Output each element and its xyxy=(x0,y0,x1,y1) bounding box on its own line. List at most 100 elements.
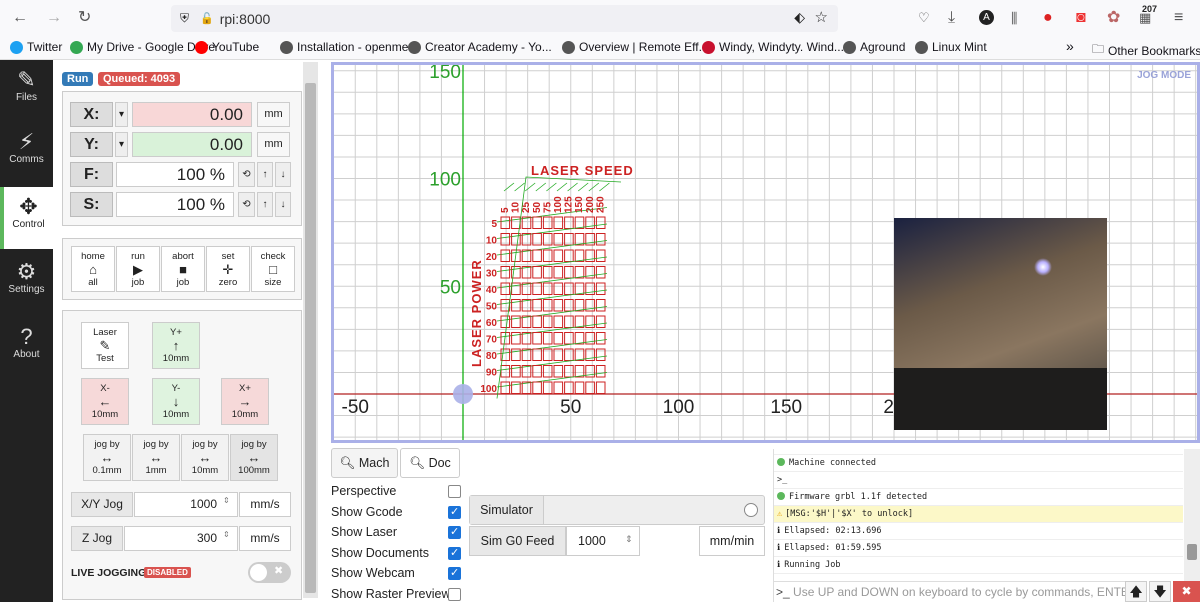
laser-test-button[interactable]: Laser ✎ Test xyxy=(81,322,129,369)
option-checkbox-0[interactable] xyxy=(448,485,461,498)
jog-y-minus-button[interactable]: Y- ↓ 10mm xyxy=(152,378,200,425)
spindle-override[interactable]: 100 % xyxy=(116,192,234,217)
account-icon[interactable]: A xyxy=(979,10,994,25)
bookmark-3[interactable]: Installation - openme... xyxy=(280,40,418,54)
speed-label: 250 xyxy=(595,196,606,213)
simulator-slider[interactable]: Simulator xyxy=(469,495,765,525)
jog-step-button-1[interactable]: jog by ↔ 1mm xyxy=(132,434,180,481)
bookmark-2[interactable]: YouTube xyxy=(195,40,259,54)
test-cell xyxy=(532,365,542,378)
workspace-canvas[interactable]: -505010015020150100505102030405060708090… xyxy=(331,62,1200,443)
test-cell xyxy=(553,266,564,279)
library-icon[interactable]: ⫼ xyxy=(1011,9,1017,27)
history-down-button[interactable]: 🡇 xyxy=(1149,581,1171,602)
option-checkbox-2[interactable] xyxy=(448,525,461,539)
test-cell xyxy=(500,249,511,262)
sim-feed-spinner-icon[interactable]: ⇕ xyxy=(625,534,633,545)
bookmark-4[interactable]: Creator Academy - Yo... xyxy=(408,40,552,54)
feed-up-icon[interactable]: ↑ xyxy=(257,162,273,187)
set-zero-button[interactable]: set ✛ zero xyxy=(206,246,250,292)
feed-override[interactable]: 100 % xyxy=(116,162,234,187)
console-scrollbar[interactable] xyxy=(1184,449,1200,581)
reload-icon[interactable]: ↻ xyxy=(78,9,91,27)
plug-icon: ⚡ xyxy=(18,129,35,154)
bookmark-star-icon[interactable]: ☆ xyxy=(815,8,828,26)
speed-label: 200 xyxy=(585,196,596,213)
option-checkbox-5[interactable] xyxy=(448,587,461,601)
x-position[interactable]: 0.00 xyxy=(132,102,252,127)
abort-job-button[interactable]: abort ■ job xyxy=(161,246,205,292)
palette-icon[interactable]: ✿ xyxy=(1107,9,1120,27)
downloads-icon[interactable]: ⤓ xyxy=(948,9,955,27)
test-cell xyxy=(564,332,574,345)
console-line: ⚠ [MSG:'$H'|'$X' to unlock] xyxy=(774,506,1183,523)
x-tick-label: 50 xyxy=(560,397,581,418)
check-circle-icon xyxy=(777,492,785,500)
test-cell xyxy=(542,282,553,295)
url-text[interactable]: rpi:8000 xyxy=(220,11,271,27)
y-menu-toggle[interactable]: ▾ xyxy=(115,132,128,157)
option-checkbox-4[interactable] xyxy=(448,566,461,580)
extension-shield-icon[interactable]: ● xyxy=(1043,9,1053,27)
insecure-lock-icon[interactable]: 🔓 xyxy=(200,12,214,25)
xy-jog-spinner-icon[interactable]: ⇕ xyxy=(223,496,230,505)
run-job-button[interactable]: run ▶ job xyxy=(116,246,160,292)
spindle-up-icon[interactable]: ↑ xyxy=(257,192,273,217)
y-position[interactable]: 0.00 xyxy=(132,132,252,157)
z-jog-spinner-icon[interactable]: ⇕ xyxy=(223,530,230,539)
tab-mach[interactable]: 🔍︎ Mach xyxy=(331,448,398,478)
screenshot-icon[interactable]: ⬖ xyxy=(794,9,805,26)
sidebar-item-about[interactable]: ? About xyxy=(0,317,53,379)
pocket-icon[interactable]: ♡ xyxy=(918,9,930,27)
sidebar-item-files[interactable]: ✎ Files xyxy=(0,60,53,122)
bookmark-0[interactable]: Twitter xyxy=(10,40,62,54)
sidebar-item-control[interactable]: ✥ Control xyxy=(0,187,53,249)
bookmark-7[interactable]: Aground xyxy=(843,40,905,54)
jog-x-plus-button[interactable]: X+ → 10mm xyxy=(221,378,269,425)
tab-doc[interactable]: 🔍︎ Doc xyxy=(400,448,460,478)
feed-down-icon[interactable]: ↓ xyxy=(275,162,291,187)
option-checkbox-3[interactable] xyxy=(448,546,461,560)
feed-reset-icon[interactable]: ⟲ xyxy=(238,162,255,187)
jog-step-button-2[interactable]: jog by ↔ 10mm xyxy=(181,434,229,481)
sim-feed-unit: mm/min xyxy=(699,526,765,556)
x-menu-toggle[interactable]: ▾ xyxy=(115,102,128,127)
jog-y-plus-button[interactable]: Y+ ↑ 10mm xyxy=(152,322,200,369)
jog-step-button-0[interactable]: jog by ↔ 0.1mm xyxy=(83,434,131,481)
simulator-handle[interactable] xyxy=(744,503,758,517)
test-cell xyxy=(595,315,606,328)
y-unit: mm xyxy=(257,132,290,157)
menu-icon[interactable]: ≡ xyxy=(1174,9,1183,27)
bookmark-6[interactable]: Windy, Windyty. Wind... xyxy=(702,40,844,54)
other-bookmarks[interactable]: 🗀 Other Bookmarks xyxy=(1092,40,1200,61)
bookmark-8[interactable]: Linux Mint xyxy=(915,40,987,54)
url-bar[interactable]: ⛨ 🔓 rpi:8000 ⬖ ☆ xyxy=(171,5,838,32)
sidebar-item-comms[interactable]: ⚡ Comms xyxy=(0,122,53,184)
option-checkbox-1[interactable] xyxy=(448,505,461,519)
forward-icon[interactable]: → xyxy=(46,9,62,27)
home-all-button[interactable]: home ⌂ all xyxy=(71,246,115,292)
check-size-button[interactable]: check □ size xyxy=(251,246,295,292)
sidebar-item-settings[interactable]: ⚙ Settings xyxy=(0,252,53,314)
bookmark-1[interactable]: My Drive - Google Drive xyxy=(70,40,215,54)
z-jog-input[interactable]: 300 xyxy=(124,526,238,551)
test-cell xyxy=(532,266,542,279)
history-up-button[interactable]: 🡅 xyxy=(1125,581,1147,602)
jog-x-minus-button[interactable]: X- ← 10mm xyxy=(81,378,129,425)
jog-step-button-3[interactable]: jog by ↔ 100mm xyxy=(230,434,278,481)
test-cell xyxy=(542,249,553,262)
test-cell xyxy=(532,216,542,229)
command-input[interactable]: >_ Use UP and DOWN on keyboard to cycle … xyxy=(773,581,1125,602)
live-jogging-toggle[interactable]: ✖ xyxy=(248,562,291,583)
arrow-down-icon: ↓ xyxy=(172,394,180,409)
panel-scrollbar-thumb[interactable] xyxy=(305,83,316,593)
bookmarks-overflow-icon[interactable]: » xyxy=(1066,38,1074,54)
pen-icon: ✎ xyxy=(99,338,111,353)
spindle-reset-icon[interactable]: ⟲ xyxy=(238,192,255,217)
camera-icon[interactable]: ◙ xyxy=(1076,9,1086,27)
bookmark-5[interactable]: Overview | Remote Eff... xyxy=(562,40,709,54)
spindle-down-icon[interactable]: ↓ xyxy=(275,192,291,217)
clear-console-button[interactable]: ✖ xyxy=(1173,581,1200,602)
search-icon: 🔍︎ xyxy=(339,456,356,470)
back-icon[interactable]: ← xyxy=(12,9,28,27)
